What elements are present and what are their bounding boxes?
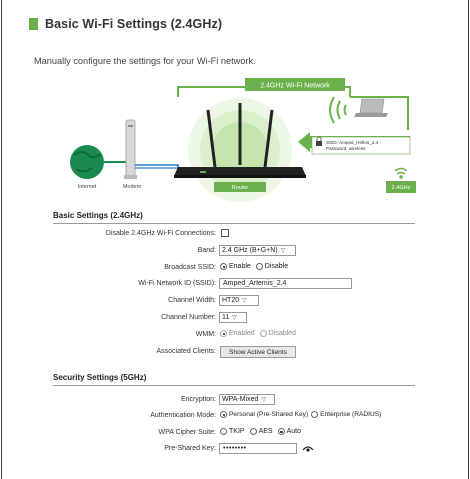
wifi-badge-icon [394, 167, 408, 179]
cipher-tkip-text: TKIP [229, 428, 245, 435]
band-badge-label: 2.4GHz [392, 185, 411, 191]
cipher-aes-option[interactable]: AES [249, 428, 273, 435]
auth-personal-option[interactable]: Personal (Pre-Shared Key) [220, 411, 308, 418]
wmm-enabled-radio[interactable] [220, 330, 227, 337]
lock-icon [316, 141, 322, 146]
chevron-down-icon: ▽ [242, 298, 247, 304]
broadcast-disable-option[interactable]: Disable [255, 263, 289, 270]
cipher-aes-text: AES [258, 428, 273, 435]
security-settings-header: Security Settings (5GHz) [53, 373, 415, 386]
disable-checkbox[interactable] [221, 229, 229, 237]
modem-label: Modem [123, 184, 142, 190]
broadcast-disable-radio[interactable] [255, 263, 263, 270]
auth-enterprise-text: Enterprise (RADIUS) [320, 411, 382, 418]
broadcast-enable-text: Enable [229, 263, 251, 270]
auth-enterprise-radio[interactable] [311, 411, 319, 418]
chevron-down-icon: ▽ [261, 397, 267, 403]
cipher-tkip-option[interactable]: TKIP [220, 428, 245, 435]
auth-personal-radio[interactable] [220, 411, 227, 418]
clients-label: Associated Clients: [156, 348, 216, 355]
ssid-input[interactable]: Amped_Artemis_2.4 [219, 278, 352, 289]
show-active-clients-button[interactable]: Show Active Clients [220, 346, 296, 358]
channel-number-value: 11 [222, 314, 230, 321]
basic-settings-header: Basic Settings (2.4GHz) [53, 211, 415, 224]
internet-globe-icon [70, 145, 104, 179]
router-label: Router [232, 185, 249, 191]
broadcast-label: Broadcast SSID: [164, 264, 216, 271]
title-accent-bar [29, 18, 38, 30]
laptop-icon [354, 98, 388, 117]
disable-label: Disable 2.4GHz Wi-Fi Connections: [105, 230, 216, 237]
wmm-disabled-radio[interactable] [259, 330, 267, 337]
page-header: Basic Wi-Fi Settings (2.4GHz) [29, 17, 222, 31]
ssid-label: Wi-Fi Network ID (SSID): [138, 280, 216, 287]
auth-personal-text: Personal (Pre-Shared Key) [229, 411, 309, 418]
security-settings-title: Security Settings (5GHz) [53, 373, 147, 382]
auth-enterprise-option[interactable]: Enterprise (RADIUS) [311, 411, 381, 418]
encryption-label: Encryption: [180, 396, 216, 403]
network-diagram: 2.4GHz Wi-Fi Network Internet Modem Rout… [70, 78, 416, 202]
ssid-line: SSID: Amped_Hefios_2.4 [326, 140, 379, 145]
channel-width-value: HT20 [222, 297, 240, 304]
chevron-down-icon: ▽ [232, 315, 237, 321]
cipher-auto-option[interactable]: Auto [277, 428, 301, 435]
band-label: Band: [197, 247, 216, 254]
wifi-signal-icon [329, 96, 347, 124]
band-value: 2.4 GHz (B+G+N) [222, 247, 278, 254]
broadcast-enable-option[interactable]: Enable [220, 263, 251, 270]
cipher-auto-text: Auto [286, 428, 301, 435]
channel-width-select[interactable]: HT20 ▽ [219, 295, 259, 306]
wmm-enabled-option[interactable]: Enabled [220, 330, 255, 337]
encryption-value: WPA-Mixed [222, 396, 259, 403]
page-title: Basic Wi-Fi Settings (2.4GHz) [45, 17, 223, 31]
channel-width-label: Channel Width: [168, 297, 216, 304]
psk-input[interactable]: •••••••• [219, 443, 297, 454]
cipher-auto-radio[interactable] [277, 428, 285, 435]
eye-icon[interactable] [302, 445, 314, 453]
internet-label: Internet [78, 184, 97, 190]
auth-mode-label: Authentication Mode: [150, 412, 216, 419]
broadcast-enable-radio[interactable] [220, 263, 227, 270]
network-banner-label: 2.4GHz Wi-Fi Network [260, 83, 330, 90]
wmm-label: WMM: [195, 331, 216, 338]
page-frame [1, 0, 469, 479]
modem-icon [124, 119, 137, 179]
basic-settings-title: Basic Settings (2.4GHz) [53, 211, 143, 220]
cipher-aes-radio[interactable] [249, 428, 257, 435]
wmm-enabled-text: Enabled [229, 330, 255, 337]
chevron-down-icon: ▽ [280, 248, 286, 254]
page-subtitle: Manually configure the settings for your… [34, 56, 256, 66]
cipher-tkip-radio[interactable] [220, 428, 227, 435]
psk-label: Pre-Shared Key: [164, 445, 216, 452]
broadcast-disable-text: Disable [264, 263, 289, 270]
wmm-disabled-option[interactable]: Disabled [259, 330, 296, 337]
password-line: Password: wireless [326, 146, 366, 151]
band-select[interactable]: 2.4 GHz (B+G+N) ▽ [219, 245, 296, 256]
wmm-disabled-text: Disabled [268, 330, 296, 337]
cipher-suite-label: WPA Cipher Suite: [158, 429, 216, 436]
channel-number-label: Channel Number: [161, 314, 216, 321]
channel-number-select[interactable]: 11 ▽ [219, 312, 247, 323]
encryption-select[interactable]: WPA-Mixed ▽ [219, 394, 275, 405]
